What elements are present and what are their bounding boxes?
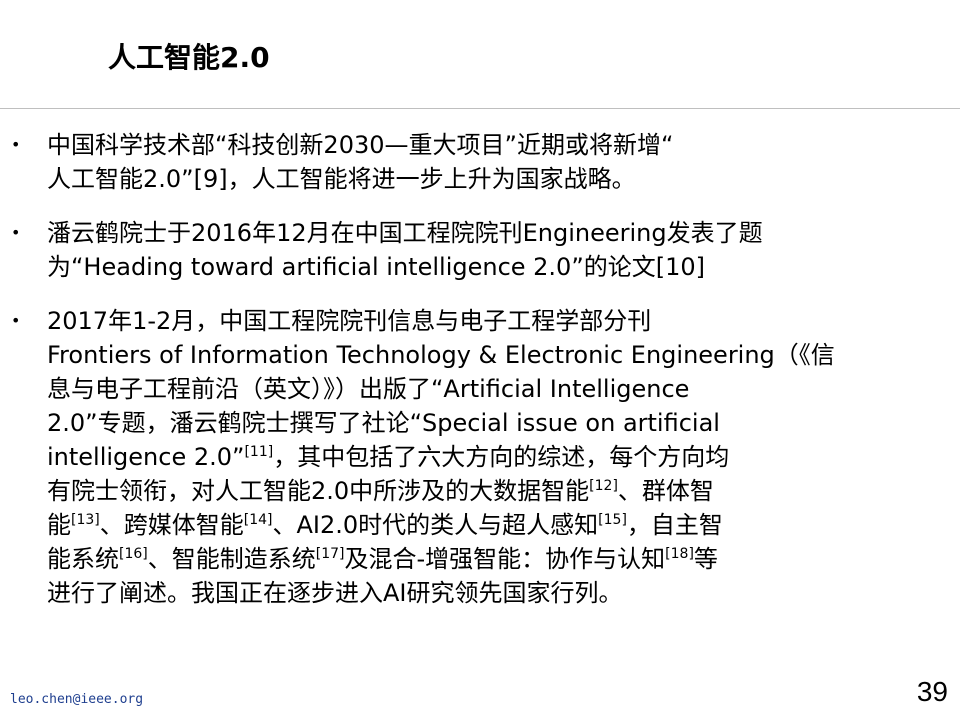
bullet-marker: • (11, 311, 21, 330)
bullet-text-line: intelligence 2.0”[11]，其中包括了六大方向的综述，每个方向均 (47, 440, 938, 474)
bullet-item: • 2017年1-2月，中国工程院院刊信息与电子工程学部分刊 Frontiers… (0, 304, 960, 610)
text-run: ，自主智 (626, 511, 723, 539)
slide-title: 人工智能2.0 (108, 41, 270, 74)
bullet-list: • 中国科学技术部“科技创新2030—重大项目”近期或将新增“ 人工智能2.0”… (0, 128, 960, 630)
title-divider (0, 108, 960, 109)
citation-ref: [13] (71, 512, 100, 528)
text-run: 、智能制造系统 (147, 545, 316, 573)
text-run: 能 (47, 511, 71, 539)
text-run: ，其中包括了六大方向的综述，每个方向均 (273, 443, 730, 471)
citation-ref: [18] (665, 546, 694, 562)
bullet-text-line: 有院士领衔，对人工智能2.0中所涉及的大数据智能[12]、群体智 (47, 474, 938, 508)
text-run: 、跨媒体智能 (99, 511, 244, 539)
text-run: 等 (693, 545, 718, 573)
bullet-text-line: 2.0”专题，潘云鹤院士撰写了社论“Special issue on artif… (47, 409, 720, 437)
text-run: 、AI2.0时代的类人与超人感知 (272, 511, 599, 539)
bullet-text-line: Frontiers of Information Technology & El… (47, 341, 835, 369)
bullet-marker: • (11, 223, 21, 242)
text-run: 能系统 (47, 545, 119, 573)
bullet-item: • 中国科学技术部“科技创新2030—重大项目”近期或将新增“ 人工智能2.0”… (0, 128, 960, 196)
text-run: intelligence 2.0” (47, 443, 245, 471)
footer-email-link[interactable]: leo.chen@ieee.org (10, 692, 143, 707)
bullet-text-line: 人工智能2.0”[9]，人工智能将进一步上升为国家战略。 (47, 165, 636, 193)
bullet-text-line: 潘云鹤院士于2016年12月在中国工程院院刊Engineering发表了题 (47, 219, 763, 247)
bullet-text-line: 进行了阐述。我国正在逐步进入AI研究领先国家行列。 (47, 579, 623, 607)
citation-ref: [14] (243, 512, 273, 528)
bullet-text-line: 中国科学技术部“科技创新2030—重大项目”近期或将新增“ (47, 131, 674, 159)
bullet-text-line: 息与电子工程前沿（英文）》）出版了“Artificial Intelligenc… (47, 375, 690, 403)
citation-ref: [16] (119, 546, 148, 562)
bullet-text-line: 能系统[16]、智能制造系统[17]及混合-增强智能：协作与认知[18]等 (47, 542, 938, 576)
bullet-text-line: 为“Heading toward artificial intelligence… (47, 253, 706, 281)
page-number: 39 (916, 676, 948, 707)
citation-ref: [15] (598, 512, 627, 528)
citation-ref: [12] (589, 478, 618, 494)
bullet-text-line: 能[13]、跨媒体智能[14]、AI2.0时代的类人与超人感知[15]，自主智 (47, 508, 938, 542)
text-run: 及混合-增强智能：协作与认知 (344, 545, 666, 573)
citation-ref: [17] (315, 546, 345, 562)
bullet-item: • 潘云鹤院士于2016年12月在中国工程院院刊Engineering发表了题 … (0, 216, 960, 284)
bullet-marker: • (11, 135, 21, 154)
citation-ref: [11] (244, 444, 274, 460)
bullet-text-line: 2017年1-2月，中国工程院院刊信息与电子工程学部分刊 (47, 307, 652, 335)
text-run: 、群体智 (617, 477, 714, 505)
text-run: 有院士领衔，对人工智能2.0中所涉及的大数据智能 (47, 477, 590, 505)
